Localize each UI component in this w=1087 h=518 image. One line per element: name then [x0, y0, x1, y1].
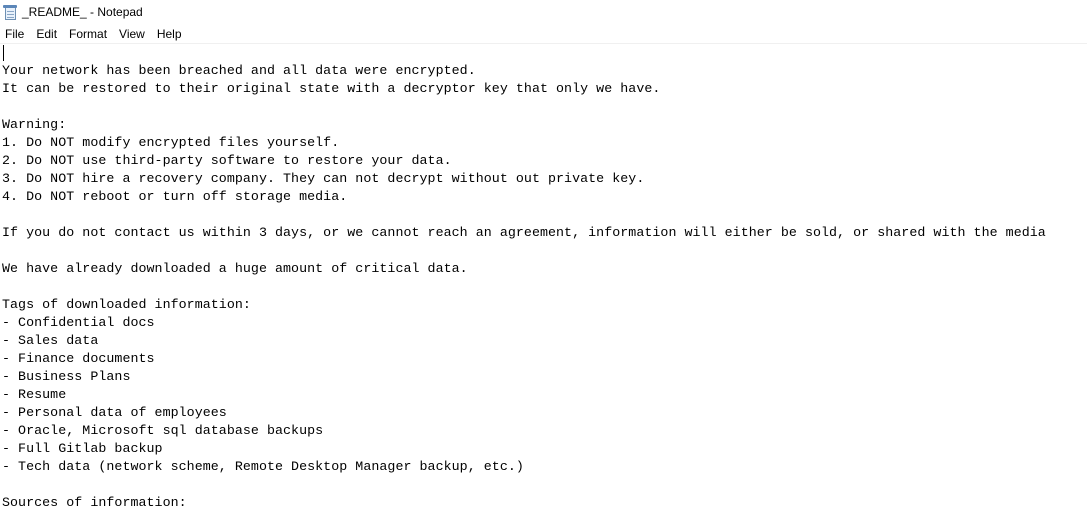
- window-title: _README_ - Notepad: [22, 5, 143, 19]
- text-line: If you do not contact us within 3 days, …: [2, 225, 1046, 240]
- text-line: [2, 242, 1087, 260]
- text-caret: [3, 45, 4, 61]
- text-line: - Sales data: [2, 333, 99, 348]
- text-line: - Business Plans: [2, 369, 131, 384]
- text-line: 1. Do NOT modify encrypted files yoursel…: [2, 135, 340, 150]
- text-line: Sources of information:: [2, 495, 187, 510]
- menu-file[interactable]: File: [0, 25, 30, 44]
- text-line: [2, 98, 1087, 116]
- menu-help[interactable]: Help: [151, 25, 188, 44]
- notepad-icon: [3, 4, 17, 20]
- text-line: 4. Do NOT reboot or turn off storage med…: [2, 189, 348, 204]
- text-line: - Finance documents: [2, 351, 155, 366]
- text-line: Your network has been breached and all d…: [2, 63, 476, 78]
- text-line: [2, 476, 1087, 494]
- menu-format[interactable]: Format: [63, 25, 113, 44]
- text-line: [2, 44, 1087, 62]
- text-line: We have already downloaded a huge amount…: [2, 261, 468, 276]
- text-line: - Confidential docs: [2, 315, 155, 330]
- menu-bar: File Edit Format View Help: [0, 25, 1087, 44]
- menu-edit[interactable]: Edit: [30, 25, 63, 44]
- text-line: - Tech data (network scheme, Remote Desk…: [2, 459, 524, 474]
- text-line: [2, 206, 1087, 224]
- text-line: Warning:: [2, 117, 67, 132]
- notepad-window: _README_ - Notepad File Edit Format View…: [0, 0, 1087, 518]
- menu-view[interactable]: View: [113, 25, 151, 44]
- text-editor[interactable]: Your network has been breached and all d…: [0, 44, 1087, 518]
- text-line: 3. Do NOT hire a recovery company. They …: [2, 171, 645, 186]
- title-bar[interactable]: _README_ - Notepad: [0, 0, 1087, 25]
- text-line: Tags of downloaded information:: [2, 297, 251, 312]
- text-line: - Oracle, Microsoft sql database backups: [2, 423, 324, 438]
- text-line: - Resume: [2, 387, 67, 402]
- text-line: 2. Do NOT use third-party software to re…: [2, 153, 452, 168]
- text-line: - Full Gitlab backup: [2, 441, 163, 456]
- text-line: [2, 278, 1087, 296]
- text-line: It can be restored to their original sta…: [2, 81, 661, 96]
- text-line: - Personal data of employees: [2, 405, 227, 420]
